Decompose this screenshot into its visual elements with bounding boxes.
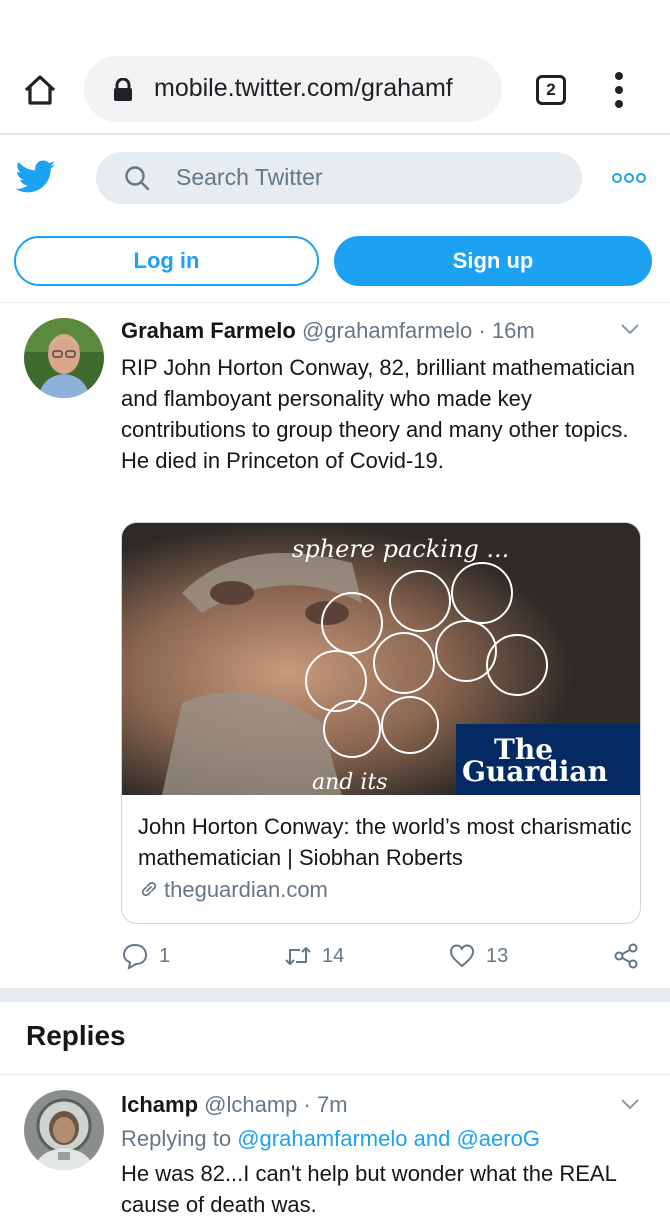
home-icon[interactable] <box>22 72 58 108</box>
url-text: mobile.twitter.com/grahamf <box>154 74 453 102</box>
scribble-text-bottom: and its <box>312 770 388 795</box>
mention-link[interactable]: @aeroG <box>456 1126 539 1151</box>
login-button[interactable]: Log in <box>14 236 319 286</box>
reply-count: 1 <box>159 944 171 967</box>
card-domain: theguardian.com <box>164 877 328 902</box>
vertical-dots-icon[interactable] <box>612 70 626 110</box>
reply-text: He was 82...I can't help but wonder what… <box>121 1161 616 1217</box>
more-options-icon[interactable] <box>612 172 646 184</box>
like-button[interactable]: 13 <box>448 942 508 972</box>
reply-button[interactable]: 1 <box>121 942 170 972</box>
retweet-icon <box>285 947 311 965</box>
address-bar[interactable]: mobile.twitter.com/grahamf <box>84 56 502 122</box>
lock-icon <box>114 78 132 101</box>
link-icon <box>141 881 157 897</box>
divider <box>0 1074 670 1075</box>
heart-icon <box>449 944 475 968</box>
search-input[interactable]: Search Twitter <box>96 152 582 204</box>
and-label: and <box>413 1126 451 1151</box>
reply-timestamp[interactable]: 7m <box>317 1092 348 1117</box>
article-image: sphere packing ... and its The Guardian <box>122 523 640 795</box>
reply-header: lchamp @lchamp · 7m <box>121 1092 348 1118</box>
reply-icon <box>122 943 148 970</box>
tweet-text: RIP John Horton Conway, 82, brilliant ma… <box>121 355 635 473</box>
like-count: 13 <box>486 944 509 967</box>
chevron-down-icon[interactable] <box>620 322 640 336</box>
chevron-down-icon[interactable] <box>620 1097 640 1111</box>
tweet-timestamp[interactable]: 16m <box>492 318 535 343</box>
link-card[interactable]: sphere packing ... and its The Guardian … <box>121 522 641 924</box>
separator-dot: · <box>303 1092 311 1117</box>
twitter-bird-icon[interactable] <box>16 160 56 194</box>
card-title: John Horton Conway: the world’s most cha… <box>138 814 632 870</box>
reply-author-name[interactable]: lchamp <box>121 1092 198 1117</box>
section-separator <box>0 988 670 1002</box>
signup-button[interactable]: Sign up <box>334 236 652 286</box>
divider <box>0 302 670 303</box>
guardian-logo-line2: Guardian <box>462 755 608 788</box>
reply-author-avatar[interactable] <box>24 1090 104 1170</box>
author-name[interactable]: Graham Farmelo <box>121 318 296 343</box>
author-avatar[interactable] <box>24 318 104 398</box>
share-button[interactable] <box>612 942 640 972</box>
share-icon <box>614 943 638 969</box>
separator-dot: · <box>478 318 486 343</box>
replying-to-line: Replying to @grahamfarmelo and @aeroG <box>121 1126 540 1152</box>
retweet-button[interactable]: 14 <box>284 942 344 972</box>
replying-to-label: Replying to <box>121 1126 232 1151</box>
scribble-text: sphere packing ... <box>292 535 509 563</box>
search-placeholder: Search Twitter <box>176 164 323 190</box>
tab-switcher-button[interactable]: 2 <box>536 75 566 105</box>
retweet-count: 14 <box>322 944 345 967</box>
reply-author-handle[interactable]: @lchamp <box>204 1092 297 1117</box>
replies-heading: Replies <box>26 1020 126 1051</box>
search-icon <box>125 166 150 191</box>
tweet-header: Graham Farmelo @grahamfarmelo · 16m <box>121 318 535 344</box>
browser-toolbar: mobile.twitter.com/grahamf 2 <box>0 0 670 135</box>
mention-link[interactable]: @grahamfarmelo <box>237 1126 407 1151</box>
author-handle[interactable]: @grahamfarmelo <box>302 318 472 343</box>
card-domain-row: theguardian.com <box>138 877 328 903</box>
